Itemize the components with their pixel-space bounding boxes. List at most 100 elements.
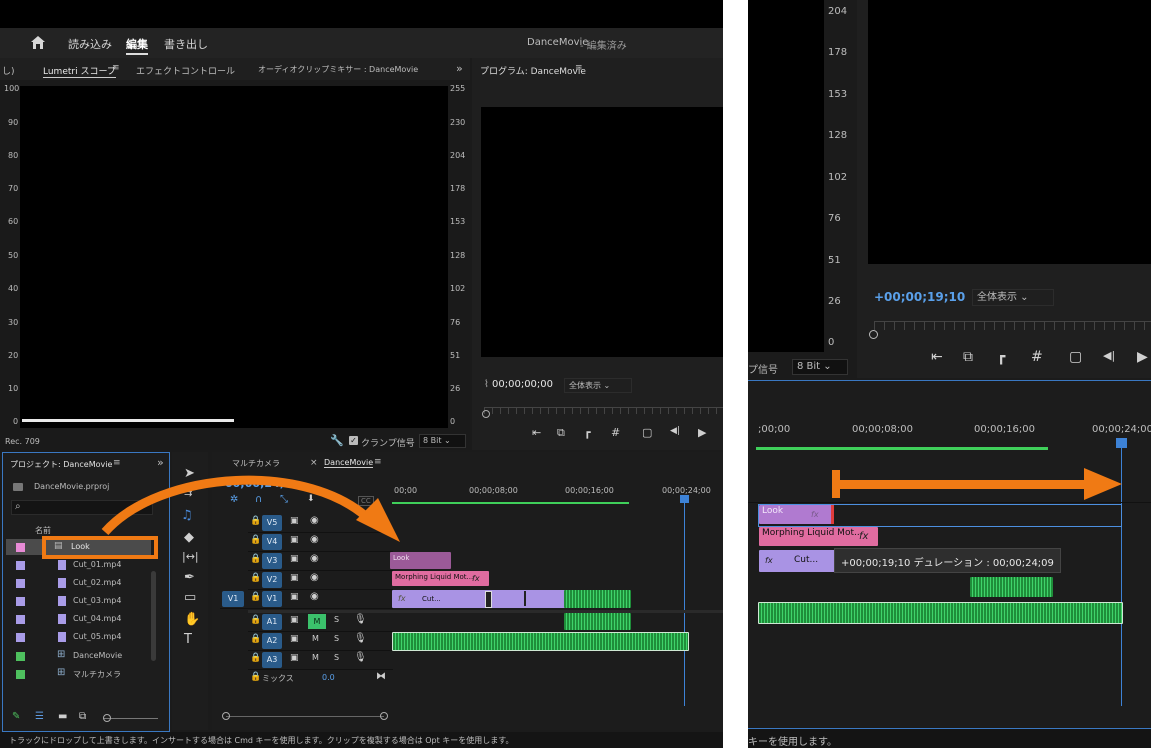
- sync-lock-icon[interactable]: ▣: [290, 573, 299, 583]
- zoom-clip-look[interactable]: Look fx: [759, 505, 834, 524]
- zoom-program-playhead[interactable]: [869, 330, 878, 339]
- source-patch-button[interactable]: V1: [222, 591, 244, 607]
- list-view-icon[interactable]: ☰: [35, 711, 44, 722]
- zoom-handle-right[interactable]: [380, 712, 388, 720]
- step-back-icon[interactable]: ◀|: [670, 426, 680, 436]
- time-ruler[interactable]: 00;00 00;00;08;00 00;00;16;00 00;00;24;0…: [392, 478, 723, 506]
- play-icon[interactable]: ▶: [1137, 349, 1148, 365]
- pen-tool-icon[interactable]: ✒: [184, 570, 195, 585]
- scope-rec709[interactable]: Rec. 709: [5, 437, 40, 446]
- freeform-view-icon[interactable]: ⧉: [79, 711, 86, 722]
- eye-icon[interactable]: ◉: [310, 572, 319, 583]
- zoom-trim-handle[interactable]: [831, 505, 834, 524]
- go-to-in-icon[interactable]: ⇤: [532, 426, 541, 439]
- bitdepth-select[interactable]: 8 Bit ⌄: [419, 434, 466, 448]
- go-to-in-icon[interactable]: ⇤: [931, 349, 943, 365]
- mix-end-icon[interactable]: ⧓: [376, 671, 386, 682]
- extract-icon[interactable]: ┏: [997, 349, 1005, 365]
- step-back-icon[interactable]: ◀|: [1103, 349, 1115, 362]
- microphone-icon[interactable]: 🎙: [354, 614, 367, 625]
- clip-edit-point[interactable]: [524, 591, 526, 606]
- program-menu-icon[interactable]: ≡: [575, 63, 583, 73]
- menu-edit[interactable]: 編集: [126, 36, 148, 55]
- lock-icon[interactable]: 🔒: [250, 653, 261, 663]
- microphone-icon[interactable]: 🎙: [354, 652, 367, 663]
- lift-icon[interactable]: ⧉: [557, 426, 565, 440]
- solo-button[interactable]: S: [334, 653, 339, 662]
- mute-button[interactable]: M: [312, 634, 319, 643]
- project-item[interactable]: Cut_04.mp4: [6, 611, 151, 627]
- expand-icon[interactable]: »: [456, 62, 463, 75]
- tab-menu-icon[interactable]: ≡: [112, 63, 120, 73]
- clip-a1-audio[interactable]: [564, 613, 631, 630]
- tab-effect-controls[interactable]: エフェクトコントロール: [136, 64, 235, 77]
- timeline-zoom-scrollbar[interactable]: [226, 716, 384, 717]
- safe-margin-icon[interactable]: ▢: [642, 426, 652, 439]
- project-item[interactable]: Cut_05.mp4: [6, 629, 151, 645]
- clip-v1-cuts[interactable]: fx Cut...: [392, 590, 567, 608]
- clip-morphing-liquid[interactable]: Morphing Liquid Mot... fx: [392, 571, 489, 586]
- mix-value[interactable]: 0.0: [322, 673, 335, 682]
- zoom-bitdepth-select[interactable]: 8 Bit ⌄: [792, 359, 848, 375]
- track-target-button[interactable]: V1: [262, 591, 282, 607]
- track-target-button[interactable]: A1: [262, 614, 282, 630]
- clip-a2-audio[interactable]: [392, 632, 689, 651]
- project-item[interactable]: Cut_03.mp4: [6, 593, 151, 609]
- lock-icon[interactable]: 🔒: [250, 634, 261, 644]
- zoom-clip-morphing[interactable]: Morphing Liquid Mot... fx: [759, 527, 878, 546]
- tab-partial[interactable]: し): [2, 64, 15, 77]
- zoom-playhead-marker[interactable]: [1116, 438, 1127, 448]
- track-target-button[interactable]: A3: [262, 652, 282, 668]
- grid-icon[interactable]: #: [1031, 349, 1043, 365]
- play-icon[interactable]: ▶: [698, 426, 706, 439]
- microphone-icon[interactable]: 🎙: [354, 633, 367, 644]
- pencil-icon[interactable]: ✎: [12, 711, 20, 722]
- program-zoom-select[interactable]: 全体表示 ⌄: [564, 378, 632, 393]
- zoom-timecode[interactable]: +00;00;19;10: [874, 290, 965, 304]
- sync-lock-icon[interactable]: ▣: [290, 615, 299, 625]
- playhead[interactable]: [680, 495, 689, 706]
- project-scrollbar[interactable]: [151, 571, 156, 661]
- solo-button[interactable]: S: [334, 615, 339, 624]
- lock-icon[interactable]: 🔒: [250, 592, 261, 602]
- clip-v1-green[interactable]: [564, 590, 631, 608]
- zoom-clip-audio-short[interactable]: [970, 577, 1053, 597]
- mute-button[interactable]: M: [312, 653, 319, 662]
- mute-button[interactable]: M: [308, 614, 326, 629]
- lock-icon[interactable]: 🔒: [250, 573, 261, 583]
- clamp-checkbox[interactable]: ✓: [349, 436, 358, 445]
- menu-export[interactable]: 書き出し: [164, 36, 208, 52]
- sync-lock-icon[interactable]: ▣: [290, 634, 299, 644]
- extract-icon[interactable]: ┏: [584, 426, 591, 439]
- lock-icon[interactable]: 🔒: [250, 672, 261, 682]
- program-timecode[interactable]: 00;00;00;00: [492, 379, 553, 390]
- zoom-slider[interactable]: [103, 718, 158, 719]
- project-item[interactable]: ⊞ DanceMovie: [6, 648, 151, 664]
- playhead-marker[interactable]: [680, 495, 689, 503]
- home-icon[interactable]: [30, 35, 46, 50]
- wrench-icon[interactable]: 🔧: [330, 434, 344, 447]
- eye-icon[interactable]: ◉: [310, 591, 319, 602]
- tab-lumetri-scopes[interactable]: Lumetri スコープ: [43, 64, 116, 78]
- zoom-handle-left[interactable]: [222, 712, 230, 720]
- lock-icon[interactable]: 🔒: [250, 615, 261, 625]
- grid-icon[interactable]: #: [611, 426, 620, 439]
- type-tool-icon[interactable]: T: [184, 632, 192, 647]
- rectangle-tool-icon[interactable]: ▭: [184, 590, 196, 605]
- zoom-slider-knob[interactable]: [103, 714, 111, 722]
- zoom-time-ruler[interactable]: ;00;00 00;00;08;00 00;00;16;00 00;00;24;…: [756, 422, 1151, 452]
- safe-margin-icon[interactable]: ▢: [1069, 349, 1082, 365]
- zoom-scrub-bar[interactable]: [874, 321, 1151, 330]
- icon-view-icon[interactable]: ▬: [58, 711, 67, 722]
- track-target-button[interactable]: V2: [262, 572, 282, 588]
- lift-icon[interactable]: ⧉: [963, 349, 973, 365]
- zoom-clip-audio-long[interactable]: [758, 602, 1123, 624]
- project-item[interactable]: ⊞ マルチカメラ: [6, 666, 151, 682]
- hand-tool-icon[interactable]: ✋: [184, 612, 200, 627]
- track-target-button[interactable]: A2: [262, 633, 282, 649]
- zoom-zoom-select[interactable]: 全体表示 ⌄: [972, 289, 1054, 306]
- project-item[interactable]: Cut_02.mp4: [6, 575, 151, 591]
- clip-edit-point[interactable]: [485, 591, 492, 608]
- menu-import[interactable]: 読み込み: [68, 36, 112, 52]
- sync-lock-icon[interactable]: ▣: [290, 653, 299, 663]
